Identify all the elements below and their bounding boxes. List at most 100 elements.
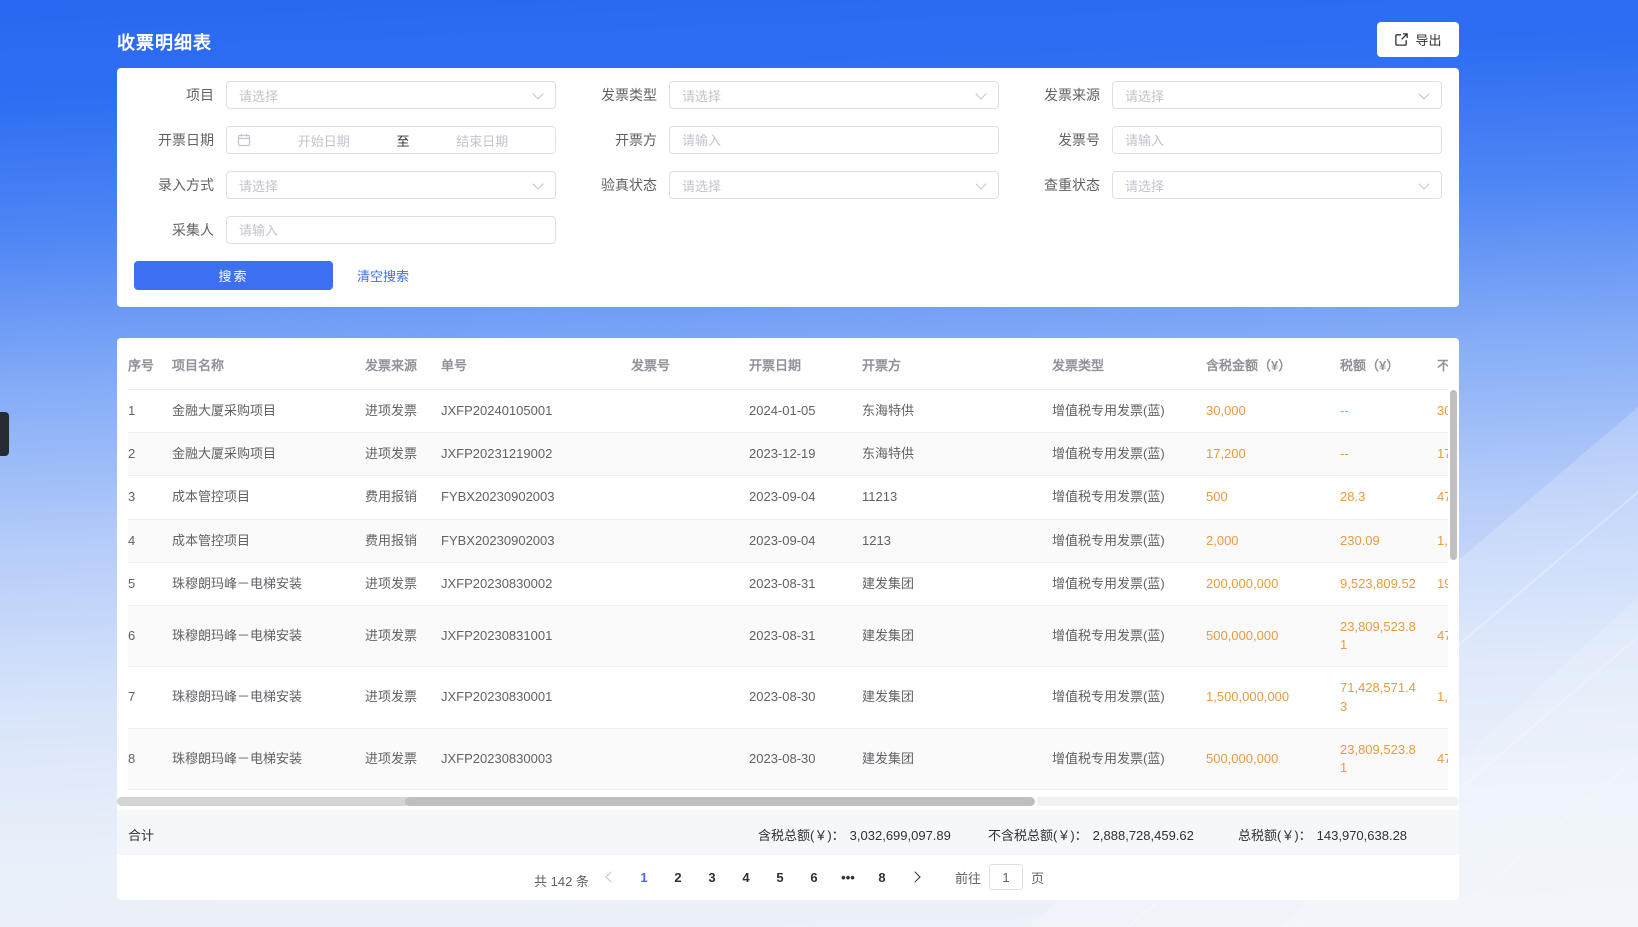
goto-page-input[interactable]	[989, 864, 1023, 890]
receipt-detail-page: 收票明细表 导出 项目 请选择 发票类型 请选择	[0, 0, 1638, 927]
cell-issuer: 东海特供	[862, 433, 1052, 476]
cell-seq: 5	[128, 562, 172, 605]
prev-page-button[interactable]	[595, 863, 627, 891]
pagination-total-count: 共 142 条	[534, 871, 589, 890]
invoice-number-input[interactable]	[1113, 127, 1441, 153]
chevron-left-icon	[605, 871, 616, 882]
invoice-type-placeholder: 请选择	[670, 86, 721, 105]
table-column-header: 开票方	[862, 338, 1052, 390]
page-number[interactable]: 6	[797, 863, 831, 891]
page-title: 收票明细表	[117, 29, 212, 55]
cell-tax: 23,809,523.81	[1340, 728, 1437, 789]
cell-order-no: FYBX20230902003	[441, 519, 631, 562]
cell-type: 增值税专用发票(蓝)	[1052, 390, 1206, 433]
table-row: 3 成本管控项目 费用报销 FYBX20230902003 2023-09-04…	[128, 476, 1448, 519]
filter-label-collector: 采集人	[117, 220, 214, 240]
page-number[interactable]: 3	[695, 863, 729, 891]
issuer-input[interactable]	[670, 127, 998, 153]
summary-tax-total: 总税额(￥)：143,970,638.28	[1238, 825, 1407, 844]
horizontal-scrollbar-track-right[interactable]	[1037, 797, 1459, 806]
export-button[interactable]: 导出	[1377, 22, 1459, 57]
table-row: 6 珠穆朗玛峰－电梯安装 进项发票 JXFP20230831001 2023-0…	[128, 605, 1448, 666]
chevron-down-icon	[975, 178, 986, 189]
cell-amount-no-tax: 1,769.91	[1437, 519, 1448, 562]
table-row: 8 珠穆朗玛峰－电梯安装 进项发票 JXFP20230830003 2023-0…	[128, 728, 1448, 789]
cell-source: 进项发票	[365, 562, 441, 605]
cell-project: 成本管控项目	[172, 519, 365, 562]
entry-method-placeholder: 请选择	[227, 176, 278, 195]
vertical-scrollbar-thumb[interactable]	[1450, 390, 1457, 560]
cell-order-no: JXFP20230830001	[441, 667, 631, 728]
page-number[interactable]: 1	[627, 863, 661, 891]
cell-date: 2023-09-04	[749, 476, 862, 519]
table-column-header: 发票来源	[365, 338, 441, 390]
filter-label-duplicate-status: 查重状态	[1003, 175, 1100, 195]
page-number[interactable]: •••	[831, 863, 865, 891]
end-date-placeholder[interactable]: 结束日期	[410, 131, 556, 150]
summary-amount-no-tax-label: 不含税总额(￥)：	[988, 828, 1088, 843]
cell-issuer: 建发集团	[862, 728, 1052, 789]
horizontal-scrollbar[interactable]	[117, 797, 1459, 807]
cell-invoice-no	[631, 605, 749, 666]
cell-seq: 3	[128, 476, 172, 519]
invoice-source-placeholder: 请选择	[1113, 86, 1164, 105]
cell-type: 增值税专用发票(蓝)	[1052, 605, 1206, 666]
cell-amount-with-tax: 500,000,000	[1206, 728, 1340, 789]
page-number[interactable]: 5	[763, 863, 797, 891]
cell-tax: 71,428,571.43	[1340, 667, 1437, 728]
next-page-button[interactable]	[899, 863, 931, 891]
start-date-placeholder[interactable]: 开始日期	[251, 131, 397, 150]
collapsed-sidebar-handle[interactable]	[0, 412, 9, 456]
search-button[interactable]: 搜索	[134, 261, 333, 290]
cell-order-no: JXFP20230830002	[441, 562, 631, 605]
filter-label-invoice-number: 发票号	[1003, 130, 1100, 150]
cell-source: 进项发票	[365, 433, 441, 476]
page-number[interactable]: 2	[661, 863, 695, 891]
page-number[interactable]: 4	[729, 863, 763, 891]
chevron-down-icon	[1418, 88, 1429, 99]
entry-method-select[interactable]: 请选择	[226, 171, 556, 199]
cell-type: 增值税专用发票(蓝)	[1052, 562, 1206, 605]
invoice-table: 序号项目名称发票来源单号发票号开票日期开票方发票类型含税金额（¥）税额（¥）不含…	[128, 338, 1448, 790]
page-number[interactable]: 8	[865, 863, 899, 891]
cell-date: 2023-12-19	[749, 433, 862, 476]
cell-type: 增值税专用发票(蓝)	[1052, 433, 1206, 476]
cell-amount-with-tax: 17,200	[1206, 433, 1340, 476]
cell-seq: 1	[128, 390, 172, 433]
collector-input[interactable]	[227, 217, 555, 243]
cell-source: 进项发票	[365, 667, 441, 728]
search-filter-panel: 项目 请选择 发票类型 请选择 发票来源 请选择	[117, 68, 1459, 307]
cell-amount-no-tax: 471.7	[1437, 476, 1448, 519]
cell-date: 2023-08-30	[749, 728, 862, 789]
invoice-date-range-picker[interactable]: 开始日期 至 结束日期	[226, 126, 556, 154]
invoice-source-select[interactable]: 请选择	[1112, 81, 1442, 109]
cell-amount-no-tax: 30,000	[1437, 390, 1448, 433]
cell-source: 进项发票	[365, 728, 441, 789]
cell-issuer: 11213	[862, 476, 1052, 519]
cell-date: 2023-09-04	[749, 519, 862, 562]
summary-tax-total-label: 总税额(￥)：	[1238, 828, 1312, 843]
table-row: 4 成本管控项目 费用报销 FYBX20230902003 2023-09-04…	[128, 519, 1448, 562]
invoice-type-select[interactable]: 请选择	[669, 81, 999, 109]
cell-project: 珠穆朗玛峰－电梯安装	[172, 605, 365, 666]
cell-seq: 7	[128, 667, 172, 728]
verify-status-select[interactable]: 请选择	[669, 171, 999, 199]
table-column-header: 单号	[441, 338, 631, 390]
cell-invoice-no	[631, 562, 749, 605]
cell-seq: 4	[128, 519, 172, 562]
chevron-down-icon	[1418, 178, 1429, 189]
summary-row: 合计 含税总额(￥)：3,032,699,097.89 不含税总额(￥)：2,8…	[117, 810, 1459, 855]
cell-order-no: JXFP20230831001	[441, 605, 631, 666]
summary-total-label: 合计	[128, 825, 154, 844]
duplicate-status-select[interactable]: 请选择	[1112, 171, 1442, 199]
horizontal-scrollbar-thumb[interactable]	[405, 797, 1035, 806]
cell-amount-with-tax: 2,000	[1206, 519, 1340, 562]
clear-search-link[interactable]: 清空搜索	[357, 266, 409, 285]
chevron-down-icon	[532, 178, 543, 189]
cell-date: 2023-08-30	[749, 667, 862, 728]
project-select[interactable]: 请选择	[226, 81, 556, 109]
page-unit-label: 页	[1031, 868, 1044, 887]
export-icon	[1394, 32, 1409, 47]
filter-label-project: 项目	[117, 85, 214, 105]
horizontal-scrollbar-track-left[interactable]	[117, 797, 407, 806]
